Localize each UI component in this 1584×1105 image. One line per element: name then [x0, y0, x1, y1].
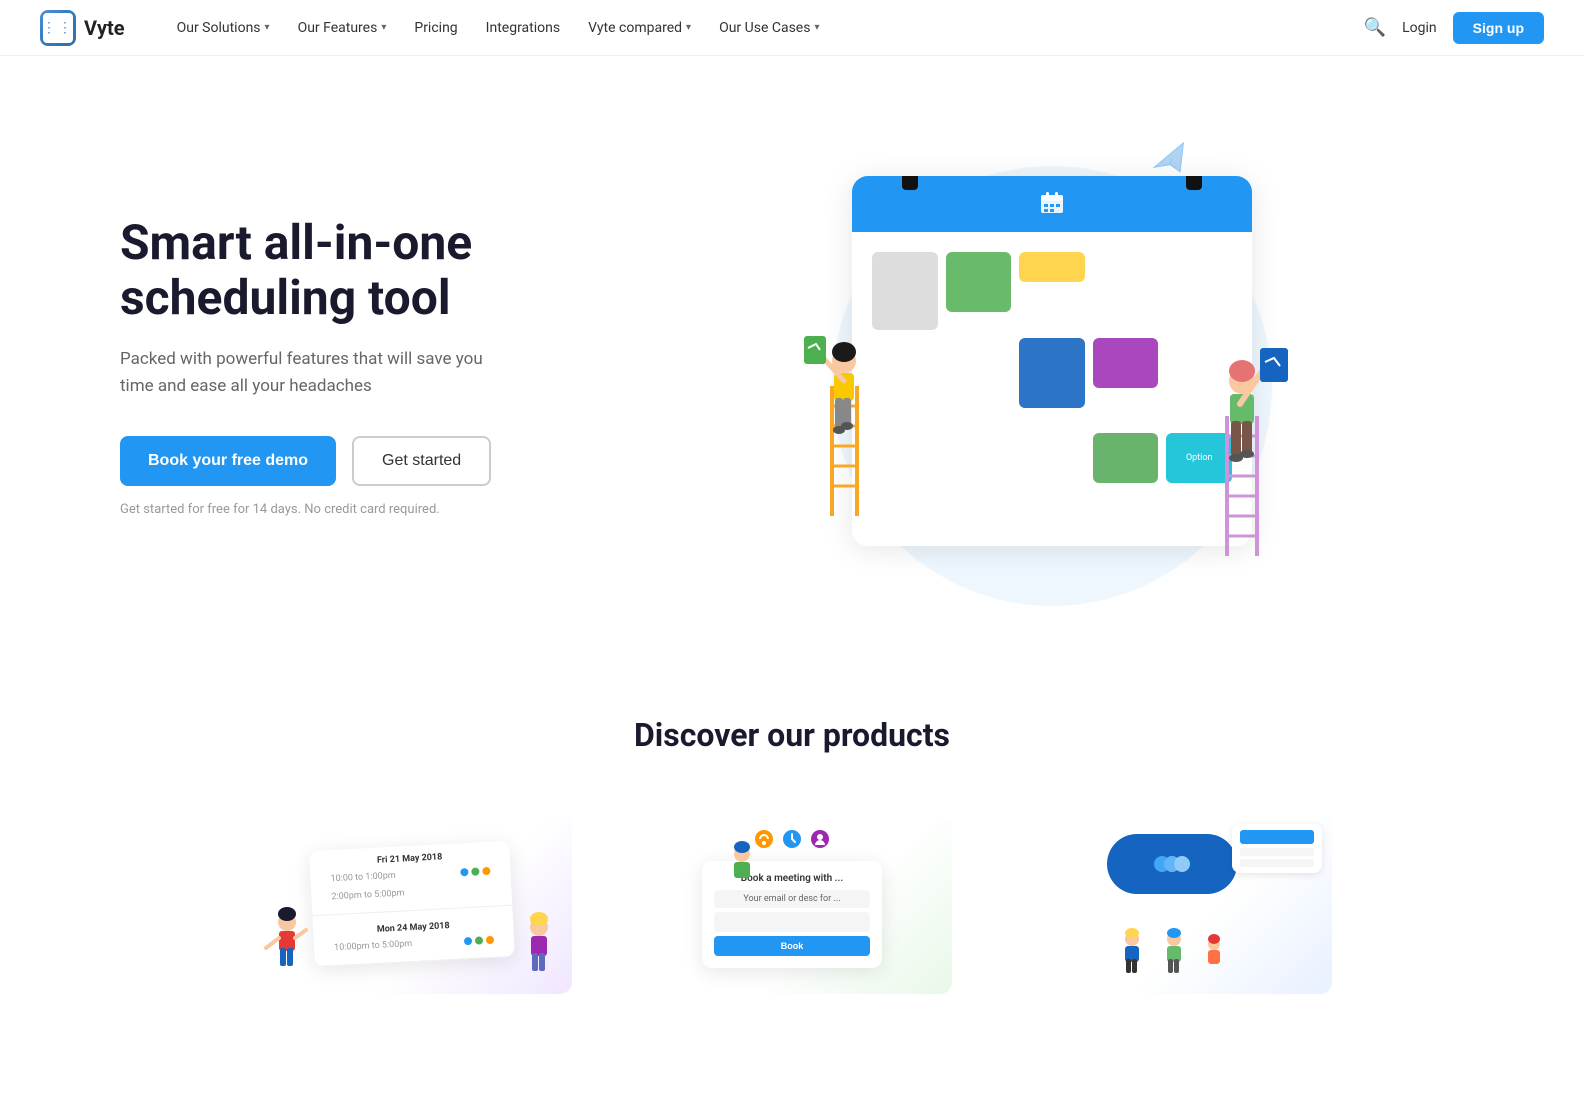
- hero-content: Smart all-in-one scheduling tool Packed …: [120, 215, 600, 517]
- brand-name: Vyte: [84, 16, 125, 40]
- book-demo-button[interactable]: Book your free demo: [120, 436, 336, 486]
- login-link[interactable]: Login: [1402, 20, 1437, 36]
- mini-calendar-card: Fri 21 May 2018 10:00 to 1:00pm: [309, 841, 515, 967]
- nav-pricing[interactable]: Pricing: [402, 12, 469, 44]
- dot-orange-2: [486, 936, 494, 944]
- nav-our-solutions[interactable]: Our Solutions ▾: [165, 12, 282, 44]
- hero-subtitle: Packed with powerful features that will …: [120, 346, 500, 400]
- nav-links: Our Solutions ▾ Our Features ▾ Pricing I…: [165, 12, 1364, 44]
- dot-blue: [460, 868, 468, 876]
- hero-title: Smart all-in-one scheduling tool: [120, 215, 600, 325]
- chevron-down-icon: ▾: [381, 22, 386, 33]
- hero-buttons: Book your free demo Get started: [120, 436, 600, 486]
- logo-icon: [40, 10, 76, 46]
- hero-section: Smart all-in-one scheduling tool Packed …: [0, 56, 1584, 656]
- product-card-calendar: Fri 21 May 2018 10:00 to 1:00pm: [252, 814, 572, 1010]
- get-started-button[interactable]: Get started: [352, 436, 491, 486]
- dot-orange: [482, 867, 490, 875]
- discover-section: Discover our products Fri 21 May 2018 10…: [0, 656, 1584, 1050]
- product-card-team: [1012, 814, 1332, 1010]
- hero-illustration: Option: [600, 126, 1464, 606]
- calendar-illustration: Option: [852, 176, 1252, 546]
- calendar-body: Option: [852, 232, 1252, 546]
- mini-booking-btn: Book: [714, 936, 870, 956]
- chevron-down-icon: ▾: [265, 22, 270, 33]
- chevron-down-icon: ▾: [686, 22, 691, 33]
- nav-integrations[interactable]: Integrations: [474, 12, 572, 44]
- calendar-header: [852, 176, 1252, 232]
- nav-vyte-compared[interactable]: Vyte compared ▾: [576, 12, 703, 44]
- chevron-down-icon: ▾: [814, 22, 819, 33]
- brand-logo[interactable]: Vyte: [40, 10, 125, 46]
- product-card-booking: Book a meeting with ... Your email or de…: [632, 814, 952, 1010]
- person-right-illustration: [1202, 346, 1282, 546]
- discover-title: Discover our products: [80, 716, 1504, 754]
- product-thumb-3: [1012, 814, 1332, 994]
- person-left-illustration: [802, 326, 882, 506]
- product-thumb-1: Fri 21 May 2018 10:00 to 1:00pm: [252, 814, 572, 994]
- nav-our-features[interactable]: Our Features ▾: [286, 12, 399, 44]
- nav-actions: 🔍 Login Sign up: [1364, 12, 1544, 44]
- dot-green: [471, 867, 479, 875]
- product-thumb-2: Book a meeting with ... Your email or de…: [632, 814, 952, 994]
- search-icon[interactable]: 🔍: [1364, 17, 1386, 38]
- products-grid: Fri 21 May 2018 10:00 to 1:00pm: [80, 814, 1504, 1010]
- mini-booking-field: Your email or desc for ...: [714, 890, 870, 908]
- signup-button[interactable]: Sign up: [1453, 12, 1544, 44]
- hero-note: Get started for free for 14 days. No cre…: [120, 502, 600, 517]
- dot-blue-2: [464, 937, 472, 945]
- dot-green-2: [475, 936, 483, 944]
- nav-use-cases[interactable]: Our Use Cases ▾: [707, 12, 831, 44]
- navbar: Vyte Our Solutions ▾ Our Features ▾ Pric…: [0, 0, 1584, 56]
- illustration-container: Option: [792, 126, 1272, 606]
